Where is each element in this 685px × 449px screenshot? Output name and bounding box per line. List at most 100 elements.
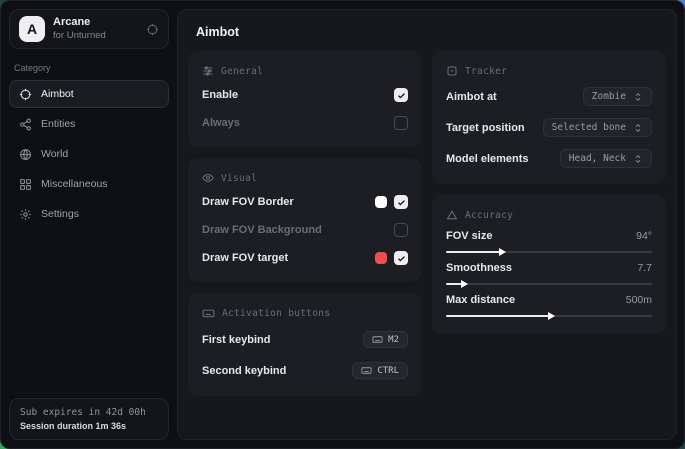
sidebar-item-settings[interactable]: Settings [9,200,169,228]
model-elements-dropdown[interactable]: Head, Neck [560,149,652,168]
slider-label: Max distance [446,294,515,306]
fov-size-slider: FOV size 94° [446,230,652,253]
setting-label: Aimbot at [446,91,497,103]
main-panel: Aimbot General Enable [177,9,677,440]
section-title: General [221,66,263,77]
setting-row: Model elements Head, Neck [446,145,652,172]
chevron-up-down-icon [633,92,643,102]
gear-icon [19,208,32,221]
dropdown-value: Head, Neck [569,153,626,164]
sidebar-item-entities[interactable]: Entities [9,110,169,138]
slider-label: FOV size [446,230,492,242]
setting-row: Enable [202,83,408,107]
sidebar-item-world[interactable]: World [9,140,169,168]
setting-label: Always [202,117,240,129]
globe-icon [19,148,32,161]
sidebar-item-miscellaneous[interactable]: Miscellaneous [9,170,169,198]
setting-label: First keybind [202,334,270,346]
section-title: Tracker [465,66,507,77]
setting-label: Model elements [446,153,529,165]
setting-row: Aimbot at Zombie [446,83,652,110]
setting-row: Always [202,111,408,135]
grid-icon [19,178,32,191]
crosshair-icon[interactable] [146,23,159,36]
activation-card: Activation buttons First keybind M2 [188,293,422,396]
setting-label: Enable [202,89,238,101]
crosshair-icon [19,88,32,101]
first-keybind-button[interactable]: M2 [363,331,408,348]
fov-background-checkbox[interactable] [394,223,408,237]
color-swatch[interactable] [375,252,387,264]
sidebar-item-label: Settings [41,208,79,220]
max-distance-slider: Max distance 500m [446,294,652,317]
keyboard-icon [202,307,215,320]
setting-row: First keybind M2 [202,326,408,353]
chevron-up-down-icon [633,154,643,164]
sidebar-item-label: World [41,148,68,160]
sidebar-item-label: Miscellaneous [41,178,108,190]
dropdown-value: Zombie [592,91,626,102]
aimbot-at-dropdown[interactable]: Zombie [583,87,652,106]
slider-track[interactable] [446,315,652,317]
brand-name: Arcane [53,16,106,30]
always-checkbox[interactable] [394,116,408,130]
slider-thumb[interactable] [446,283,462,285]
setting-label: Draw FOV Border [202,196,294,208]
slider-track[interactable] [446,283,652,285]
setting-row: Draw FOV Background [202,218,408,242]
setting-label: Target position [446,122,525,134]
visual-card: Visual Draw FOV Border Draw FOV Backgrou… [188,158,422,282]
category-label: Category [14,63,169,73]
slider-thumb[interactable] [446,315,549,317]
right-column: Tracker Aimbot at Zombie [432,51,666,334]
scan-square-icon [446,65,458,77]
setting-row: Draw FOV target [202,246,408,270]
slider-thumb[interactable] [446,251,500,253]
keybind-value: M2 [388,335,399,345]
setting-row: Second keybind CTRL [202,357,408,384]
sub-expires-text: Sub expires in 42d 00h [20,407,158,418]
fov-border-checkbox[interactable] [394,195,408,209]
brand-card: A Arcane for Unturned [9,9,169,49]
sidebar-item-label: Entities [41,118,75,130]
keybind-value: CTRL [377,366,399,376]
sliders-icon [202,65,214,77]
sidebar: A Arcane for Unturned Category Aimbot En… [1,1,177,448]
setting-label: Second keybind [202,365,286,377]
accuracy-card: Accuracy FOV size 94° Smoothness [432,195,666,334]
section-title: Activation buttons [222,308,330,319]
session-info-card: Sub expires in 42d 00h Session duration … [9,398,169,440]
setting-row: Draw FOV Border [202,190,408,214]
sidebar-item-label: Aimbot [41,88,74,100]
brand-logo: A [19,16,45,42]
chevron-up-down-icon [633,123,643,133]
keyboard-icon [372,334,383,345]
eye-icon [202,172,214,184]
slider-value: 500m [626,294,652,306]
page-title: Aimbot [196,25,658,39]
color-swatch[interactable] [375,196,387,208]
dropdown-value: Selected bone [552,122,626,133]
triangle-icon [446,209,458,221]
smoothness-slider: Smoothness 7.7 [446,262,652,285]
app-window: A Arcane for Unturned Category Aimbot En… [0,0,685,449]
session-duration-text: Session duration 1m 36s [20,421,158,431]
keyboard-icon [361,365,372,376]
setting-label: Draw FOV Background [202,224,322,236]
brand-text: Arcane for Unturned [53,16,106,42]
slider-track[interactable] [446,251,652,253]
setting-label: Draw FOV target [202,252,288,264]
section-title: Visual [221,173,257,184]
slider-value: 7.7 [637,262,652,274]
fov-target-checkbox[interactable] [394,251,408,265]
brand-subtitle: for Unturned [53,30,106,42]
slider-label: Smoothness [446,262,512,274]
sidebar-item-aimbot[interactable]: Aimbot [9,80,169,108]
slider-value: 94° [636,230,652,242]
setting-row: Target position Selected bone [446,114,652,141]
second-keybind-button[interactable]: CTRL [352,362,408,379]
left-column: General Enable Always [188,51,422,396]
enable-checkbox[interactable] [394,88,408,102]
nodes-icon [19,118,32,131]
target-position-dropdown[interactable]: Selected bone [543,118,652,137]
